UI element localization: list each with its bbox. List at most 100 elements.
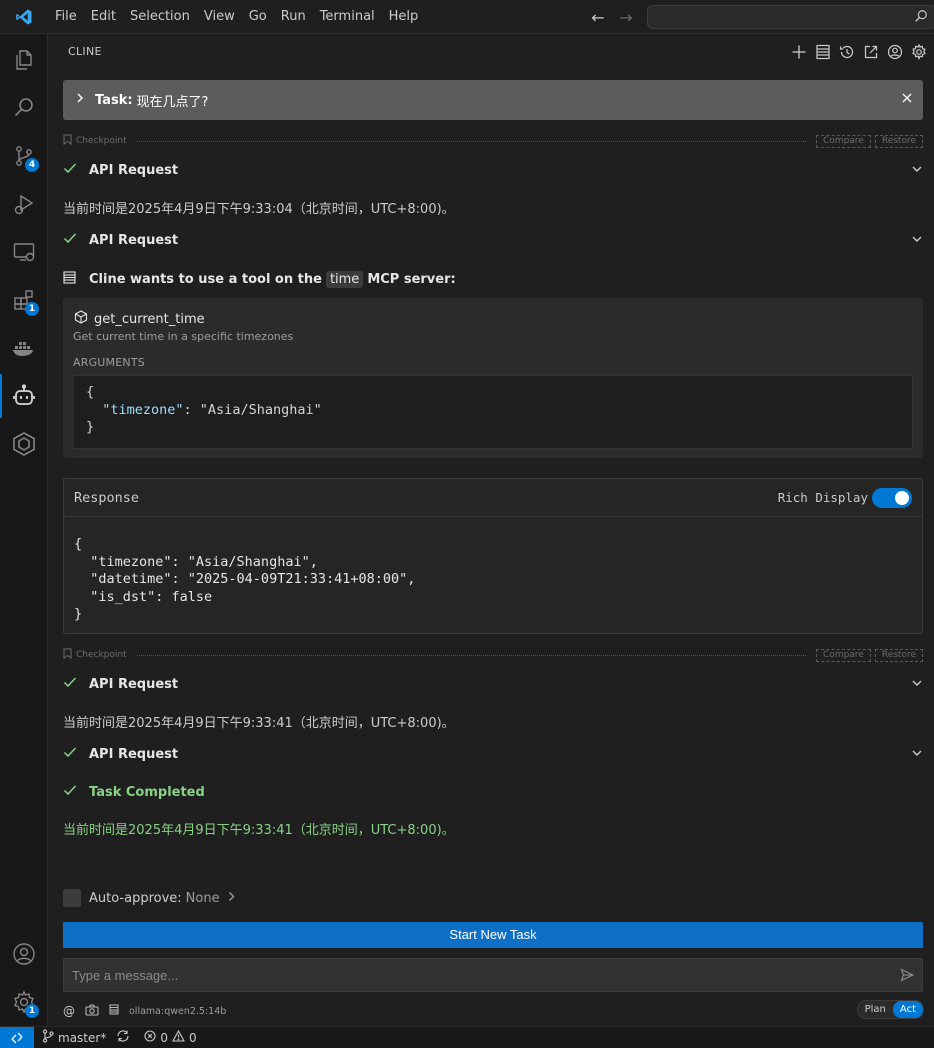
back-arrow-icon[interactable]: ← xyxy=(588,8,608,27)
menu-bar: File Edit Selection View Go Run Terminal… xyxy=(48,0,425,34)
model-server-icon[interactable] xyxy=(109,1004,119,1018)
compare-button[interactable]: Compare xyxy=(816,134,871,148)
chevron-down-icon[interactable] xyxy=(911,747,923,763)
checkpoint-label: Checkpoint xyxy=(76,136,127,146)
task-header[interactable]: Task: 现在几点了? xyxy=(63,80,923,120)
title-bar: File Edit Selection View Go Run Terminal… xyxy=(0,0,934,34)
close-task-icon[interactable] xyxy=(901,92,913,108)
start-new-task-button[interactable]: Start New Task xyxy=(63,922,923,948)
extensions-icon[interactable]: 1 xyxy=(0,276,48,324)
response-box: Response Rich Display { "timezone": "Asi… xyxy=(63,478,923,634)
remote-indicator-icon[interactable] xyxy=(0,1026,34,1048)
menu-help[interactable]: Help xyxy=(382,0,426,34)
warning-icon xyxy=(172,1029,185,1045)
mcp-server-name: time xyxy=(325,270,364,288)
task-completed-row: Task Completed xyxy=(63,782,923,802)
account-circle-icon[interactable] xyxy=(886,42,904,62)
warning-count: 0 xyxy=(188,1030,197,1045)
git-branch-icon xyxy=(42,1029,54,1046)
send-icon[interactable] xyxy=(900,968,915,986)
compare-button[interactable]: Compare xyxy=(816,648,871,662)
checkmark-icon xyxy=(63,162,89,178)
new-task-plus-icon[interactable] xyxy=(790,42,808,62)
assistant-message: 当前时间是2025年4月9日下午9:33:04（北京时间，UTC+8:00)。 xyxy=(63,202,455,217)
branch-status[interactable]: master* xyxy=(42,1029,130,1046)
tool-call-box: get_current_time Get current time in a s… xyxy=(63,298,923,458)
cube-icon xyxy=(74,310,88,328)
remote-explorer-icon[interactable] xyxy=(0,228,48,276)
rich-display-label: Rich Display xyxy=(777,490,868,505)
mcp-tool-request: Cline wants to use a tool on the time MC… xyxy=(63,269,456,289)
menu-run[interactable]: Run xyxy=(274,0,313,34)
search-icon[interactable] xyxy=(0,84,48,132)
assistant-message: 当前时间是2025年4月9日下午9:33:41（北京时间，UTC+8:00)。 xyxy=(63,716,455,731)
status-bar: master* 0 0 xyxy=(0,1026,934,1048)
cline-bot-icon[interactable] xyxy=(0,372,48,420)
camera-icon[interactable] xyxy=(85,1003,99,1019)
menu-view[interactable]: View xyxy=(197,0,242,34)
response-header: Response Rich Display xyxy=(64,479,922,517)
history-icon[interactable] xyxy=(838,42,856,62)
menu-file[interactable]: File xyxy=(48,0,84,34)
checkmark-icon xyxy=(63,676,89,692)
mcp-servers-icon[interactable] xyxy=(814,42,832,62)
api-request-label: API Request xyxy=(89,232,179,248)
bookmark-icon xyxy=(63,648,72,662)
mention-at-icon[interactable]: @ xyxy=(63,1004,75,1018)
auto-approve-row[interactable]: Auto-approve: None xyxy=(63,888,235,908)
auto-approve-value: None xyxy=(185,890,220,906)
command-center-search[interactable] xyxy=(647,5,934,29)
api-request-row[interactable]: API Request xyxy=(63,744,923,764)
menu-edit[interactable]: Edit xyxy=(84,0,123,34)
error-icon xyxy=(144,1030,156,1045)
response-title: Response xyxy=(74,490,140,506)
manage-gear-icon[interactable]: 1 xyxy=(0,978,48,1026)
chevron-right-icon[interactable] xyxy=(75,92,85,108)
navigation-arrows: ← → xyxy=(588,0,636,34)
sync-icon[interactable] xyxy=(116,1029,130,1046)
chevron-down-icon[interactable] xyxy=(911,163,923,179)
auto-approve-label: Auto-approve: xyxy=(89,890,182,906)
open-external-icon[interactable] xyxy=(862,42,880,62)
rich-display-toggle[interactable] xyxy=(872,488,912,508)
menu-go[interactable]: Go xyxy=(242,0,274,34)
act-mode-option[interactable]: Act xyxy=(892,1001,923,1018)
response-code: { "timezone": "Asia/Shanghai", "datetime… xyxy=(74,536,416,622)
settings-gear-icon[interactable] xyxy=(910,42,928,62)
docker-icon[interactable] xyxy=(0,324,48,372)
run-debug-icon[interactable] xyxy=(0,180,48,228)
restore-button[interactable]: Restore xyxy=(874,648,923,662)
checkpoint-divider xyxy=(136,654,807,656)
problems-status[interactable]: 0 0 xyxy=(144,1029,197,1045)
model-name[interactable]: ollama:qwen2.5:14b xyxy=(129,1006,226,1017)
menu-terminal[interactable]: Terminal xyxy=(313,0,382,34)
message-input[interactable] xyxy=(72,965,872,985)
api-request-row[interactable]: API Request xyxy=(63,674,923,694)
plan-mode-option[interactable]: Plan xyxy=(858,1001,893,1018)
tool-request-prefix: Cline wants to use a tool on the xyxy=(89,271,322,287)
scm-badge: 4 xyxy=(25,158,39,172)
checkmark-icon xyxy=(63,784,89,800)
hexagon-extension-icon[interactable] xyxy=(0,420,48,468)
final-answer: 当前时间是2025年4月9日下午9:33:41（北京时间，UTC+8:00)。 xyxy=(63,823,455,838)
api-request-row[interactable]: API Request xyxy=(63,160,923,180)
api-request-label: API Request xyxy=(89,746,179,762)
tool-name-row: get_current_time xyxy=(74,310,205,328)
vscode-logo-icon xyxy=(0,0,48,34)
chevron-right-icon xyxy=(228,891,235,906)
api-request-label: API Request xyxy=(89,162,179,178)
tool-name: get_current_time xyxy=(94,311,205,327)
api-request-label: API Request xyxy=(89,676,179,692)
forward-arrow-icon[interactable]: → xyxy=(616,8,636,27)
settings-badge: 1 xyxy=(25,1004,39,1018)
chevron-down-icon[interactable] xyxy=(911,233,923,249)
account-icon[interactable] xyxy=(0,930,48,978)
explorer-icon[interactable] xyxy=(0,36,48,84)
source-control-icon[interactable]: 4 xyxy=(0,132,48,180)
menu-selection[interactable]: Selection xyxy=(123,0,197,34)
chevron-down-icon[interactable] xyxy=(911,677,923,693)
api-request-row[interactable]: API Request xyxy=(63,230,923,250)
auto-approve-checkbox[interactable] xyxy=(63,889,81,907)
plan-act-switch[interactable]: Plan Act xyxy=(856,1000,924,1019)
restore-button[interactable]: Restore xyxy=(874,134,923,148)
